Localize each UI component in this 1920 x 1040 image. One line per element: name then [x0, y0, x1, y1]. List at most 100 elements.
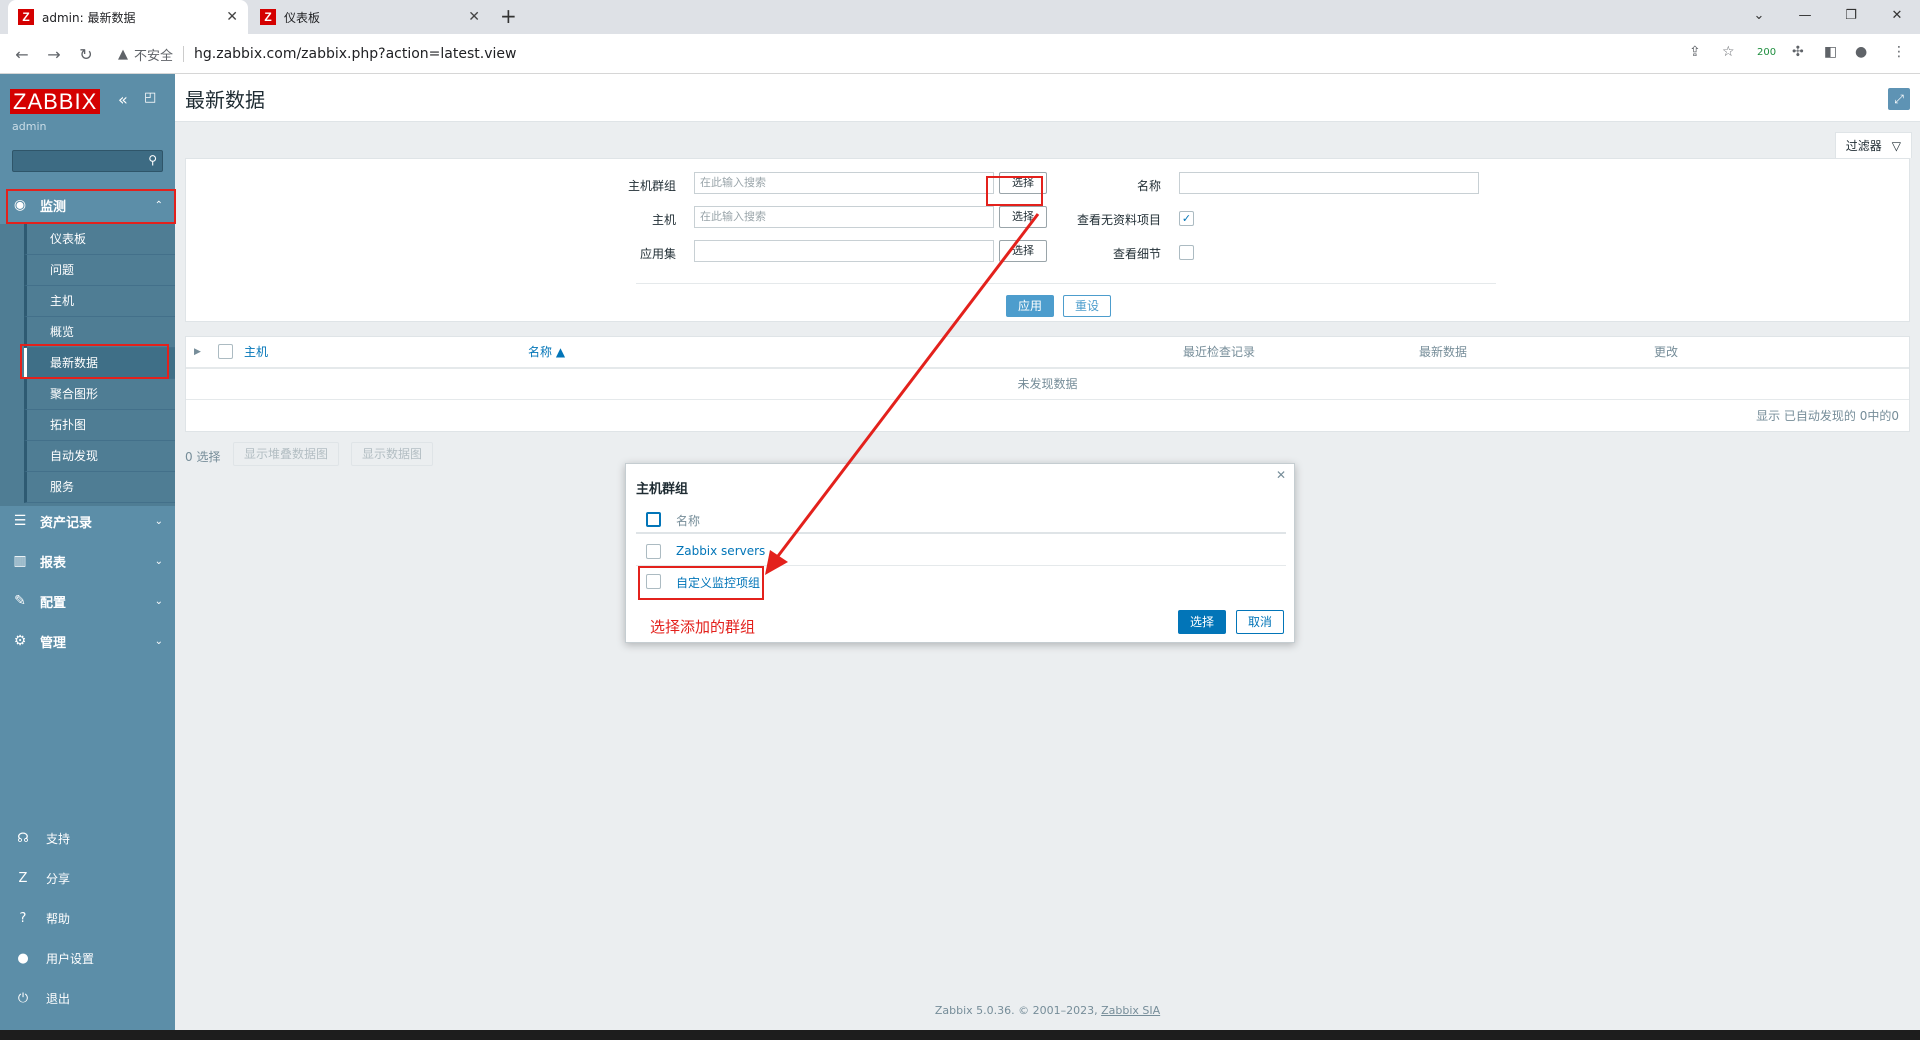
sidebar-item-dashboard[interactable]: 仪表板: [24, 224, 175, 255]
fullscreen-icon[interactable]: ⤢: [1888, 88, 1910, 110]
dialog-title: 主机群组: [636, 482, 689, 497]
sidebar-share[interactable]: Z 分享: [0, 863, 175, 893]
sidebar-search-input[interactable]: ⚲: [12, 150, 163, 172]
page-footer: Zabbix 5.0.36. © 2001–2023, Zabbix SIA: [175, 1004, 1920, 1017]
search-icon[interactable]: ⚲: [148, 153, 157, 167]
username: admin: [12, 120, 47, 133]
filter-tab-label: 过滤器: [1845, 139, 1882, 153]
host-group-label: 主机群组: [627, 179, 676, 193]
row-checkbox[interactable]: [646, 544, 661, 559]
group-link[interactable]: Zabbix servers: [676, 544, 765, 558]
show-no-data-checkbox[interactable]: ✓: [1179, 211, 1194, 226]
latest-data-table: ▶ 主机 名称 ▲ 最近检查记录 最新数据 更改 未发现数据 显示 已自动发现的…: [185, 336, 1910, 432]
host-select-button[interactable]: 选择: [999, 206, 1047, 228]
close-icon[interactable]: ✕: [1276, 468, 1286, 482]
divider: [186, 399, 1909, 400]
sidebar-user-settings[interactable]: ● 用户设置: [0, 943, 175, 973]
profile-avatar[interactable]: ●: [1855, 44, 1867, 60]
extension-badge[interactable]: 200: [1757, 47, 1776, 58]
display-graph-button[interactable]: 显示数据图: [351, 442, 434, 466]
sidebar-item-maps[interactable]: 拓扑图: [24, 410, 175, 441]
forward-icon[interactable]: →: [42, 43, 66, 65]
share-icon[interactable]: ⇪: [1689, 44, 1701, 60]
chevron-down-icon: ⌄: [154, 635, 163, 647]
browser-tab-dashboard[interactable]: Z 仪表板 ✕: [250, 0, 490, 34]
sidepanel-icon[interactable]: ◧: [1824, 44, 1837, 60]
name-input[interactable]: [1179, 172, 1479, 194]
menu-administration[interactable]: ⚙ 管理 ⌄: [0, 622, 175, 660]
sidebar-item-problems[interactable]: 问题: [24, 255, 175, 286]
menu-reports[interactable]: ▥ 报表 ⌄: [0, 542, 175, 580]
sidebar-item-hosts[interactable]: 主机: [24, 286, 175, 317]
url-field[interactable]: ▲ 不安全 hg.zabbix.com/zabbix.php?action=la…: [110, 39, 1720, 69]
tab-label: 仪表板: [284, 10, 321, 25]
column-last-value: 最新数据: [1419, 345, 1468, 359]
filter-tab[interactable]: 过滤器 ▽: [1834, 132, 1912, 158]
reset-button[interactable]: 重设: [1063, 295, 1111, 317]
browser-tab-latest-data[interactable]: Z admin: 最新数据 ✕: [8, 0, 248, 34]
reload-icon[interactable]: ↻: [74, 43, 98, 65]
user-icon: ●: [17, 950, 29, 966]
zabbix-logo[interactable]: ZABBIX: [10, 89, 101, 114]
application-input[interactable]: [694, 240, 994, 262]
footer-link[interactable]: Zabbix SIA: [1101, 1004, 1160, 1017]
sidebar-help[interactable]: ? 帮助: [0, 903, 175, 933]
sidebar-sign-out[interactable]: ⏻ 退出: [0, 983, 175, 1013]
warning-icon: ▲: [118, 46, 128, 62]
dialog-cancel-button[interactable]: 取消: [1236, 610, 1284, 634]
host-input[interactable]: 在此输入搜索: [694, 206, 994, 228]
host-group-input[interactable]: 在此输入搜索: [694, 172, 994, 194]
menu-inventory[interactable]: ☰ 资产记录 ⌄: [0, 502, 175, 540]
select-all-checkbox[interactable]: [218, 344, 233, 359]
apply-button[interactable]: 应用: [1006, 295, 1054, 317]
puzzle-icon[interactable]: ✣: [1792, 44, 1804, 60]
new-tab-button[interactable]: +: [500, 4, 517, 28]
table-stats: 显示 已自动发现的 0中的0: [1756, 409, 1899, 423]
star-icon[interactable]: ☆: [1722, 44, 1735, 60]
footer-label: 退出: [46, 991, 71, 1006]
page-header: 最新数据 ⤢: [175, 74, 1920, 122]
chevron-down-icon: ⌄: [154, 555, 163, 567]
kiosk-mode-icon[interactable]: ◰: [144, 90, 156, 105]
close-icon[interactable]: ✕: [468, 9, 480, 25]
funnel-icon: ▽: [1891, 138, 1901, 153]
footer-label: 用户设置: [46, 951, 95, 966]
menu-label: 管理: [40, 635, 67, 651]
list-item: Zabbix servers: [636, 536, 1286, 566]
chevron-down-icon[interactable]: ⌄: [1736, 0, 1782, 30]
show-details-label: 查看细节: [1112, 247, 1161, 261]
annotation-box-monitoring: [6, 189, 176, 224]
dialog-select-button[interactable]: 选择: [1178, 610, 1226, 634]
close-icon[interactable]: ✕: [226, 9, 238, 25]
filter-panel: 主机群组 在此输入搜索 选择 主机 在此输入搜索 选择 应用集 选择 名称 查看…: [185, 158, 1910, 322]
menu-configuration[interactable]: ✎ 配置 ⌄: [0, 582, 175, 620]
power-icon: ⏻: [17, 990, 29, 1006]
restore-icon[interactable]: ❐: [1828, 0, 1874, 30]
sidebar-item-screens[interactable]: 聚合图形: [24, 379, 175, 410]
minimize-icon[interactable]: —: [1782, 0, 1828, 30]
collapse-sidebar-icon[interactable]: «: [118, 90, 128, 109]
zabbix-z-icon: Z: [18, 9, 34, 25]
column-host[interactable]: 主机: [244, 337, 268, 367]
column-change: 更改: [1654, 345, 1679, 359]
display-stacked-graph-button[interactable]: 显示堆叠数据图: [233, 442, 340, 466]
no-data-message: 未发现数据: [1017, 377, 1078, 391]
application-select-button[interactable]: 选择: [999, 240, 1047, 262]
menu-label: 资产记录: [40, 515, 93, 531]
expand-all-icon[interactable]: ▶: [194, 337, 201, 367]
sidebar-item-discovery[interactable]: 自动发现: [24, 441, 175, 472]
insecure-label: 不安全: [134, 48, 174, 64]
sidebar-support[interactable]: ☊ 支持: [0, 823, 175, 853]
page-title: 最新数据: [185, 88, 265, 112]
show-details-checkbox[interactable]: [1179, 245, 1194, 260]
column-name[interactable]: 名称 ▲: [528, 337, 565, 367]
select-all-checkbox[interactable]: [646, 512, 661, 527]
kebab-menu-icon[interactable]: ⋮: [1892, 44, 1906, 60]
gear-icon: ⚙: [13, 633, 27, 649]
close-window-icon[interactable]: ✕: [1874, 0, 1920, 30]
sidebar-item-services[interactable]: 服务: [24, 472, 175, 503]
dialog-header-row: 名称: [636, 504, 1286, 534]
back-icon[interactable]: ←: [10, 43, 34, 65]
help-icon: ?: [19, 910, 27, 926]
footer-text: Zabbix 5.0.36. © 2001–2023,: [934, 1004, 1102, 1017]
